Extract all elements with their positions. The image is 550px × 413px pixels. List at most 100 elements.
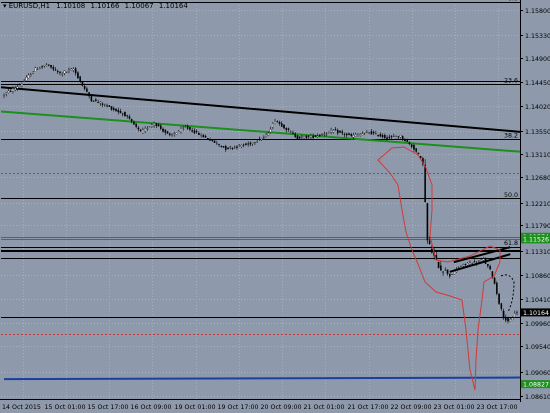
candle-body — [247, 143, 249, 145]
x-tick-label: 23 Oct 01:00 — [434, 404, 475, 411]
candle-body — [419, 155, 422, 159]
candle-body — [298, 136, 301, 139]
candle-body — [513, 313, 516, 318]
candle-body — [231, 147, 234, 149]
symbol-label: EURUSD,H1 — [8, 2, 51, 10]
candle-body — [72, 68, 75, 71]
candle-body — [23, 80, 25, 82]
candle-body — [493, 277, 496, 284]
candle-body — [213, 140, 216, 143]
candle-body — [272, 123, 274, 128]
candle-body — [267, 133, 270, 136]
candle-body — [390, 136, 393, 138]
candle-body — [166, 131, 169, 134]
candle-body — [52, 67, 55, 70]
y-tick-label: 1.12210 — [525, 201, 550, 208]
candle-body — [70, 68, 73, 71]
candle-body — [95, 99, 97, 101]
candle-body — [283, 124, 285, 129]
candle-body — [444, 269, 447, 271]
candle-body — [343, 134, 346, 135]
candle-body — [307, 135, 310, 137]
candle-body — [81, 81, 84, 86]
candle-body — [3, 94, 5, 96]
candle-body — [48, 64, 50, 66]
candle-body — [229, 146, 232, 148]
candle-body — [18, 85, 21, 87]
x-tick-label: 15 Oct 01:00 — [45, 404, 86, 411]
candle-body — [236, 146, 238, 148]
candle-body — [34, 67, 37, 72]
candle-body — [321, 134, 323, 136]
candle-body — [289, 131, 292, 133]
price-label: 1.10164 — [523, 310, 549, 317]
candle-body — [168, 133, 171, 136]
y-tick-label: 1.13550 — [525, 129, 550, 136]
y-tick-label: 1.11790 — [525, 223, 550, 230]
candle-body — [173, 133, 176, 135]
candle-body — [97, 101, 99, 103]
candle-body — [74, 68, 77, 74]
candle-body — [294, 133, 297, 137]
candle-body — [200, 134, 202, 136]
candle-body — [287, 128, 290, 130]
candle-body — [151, 124, 153, 127]
candle-body — [446, 269, 449, 274]
candle-body — [507, 318, 509, 322]
candle-body — [92, 100, 95, 102]
price-chart[interactable]: 14 Oct 2015 15 Oct 01:00 15 Oct 17:00 16 Oc… — [0, 0, 550, 413]
candle-body — [227, 147, 229, 150]
candle-body — [195, 131, 198, 133]
candle-body — [310, 135, 312, 138]
candle-body — [280, 123, 283, 127]
candle-body — [504, 316, 507, 321]
candle-body — [142, 129, 144, 134]
candle-body — [146, 128, 149, 130]
candle-body — [406, 139, 409, 142]
candle-body — [496, 282, 498, 294]
candle-body — [56, 71, 59, 73]
candle-body — [7, 90, 10, 93]
candle-body — [348, 133, 350, 135]
candle-body — [437, 261, 440, 269]
candle-body — [498, 293, 500, 304]
x-tick-label: 19 Oct 01:00 — [175, 404, 216, 411]
x-tick-label: 23 Oct 17:00 — [477, 404, 518, 411]
y-tick-label: 1.15800 — [525, 8, 550, 15]
candle-body — [50, 64, 52, 68]
candle-body — [245, 143, 247, 145]
candle-body — [63, 70, 66, 74]
candle-body — [204, 136, 207, 138]
candle-body — [404, 139, 406, 142]
candle-body — [135, 123, 137, 127]
candle-body — [372, 131, 375, 134]
candle-body — [251, 142, 254, 144]
x-tick-label: 21 Oct 17:00 — [348, 404, 389, 411]
candle-body — [502, 310, 505, 319]
candle-body — [379, 134, 382, 137]
candle-body — [21, 83, 23, 87]
candle-body — [516, 312, 518, 314]
candle-body — [413, 145, 415, 150]
candle-body — [269, 129, 272, 133]
candle-body — [381, 135, 384, 138]
price-label: 1.11526 — [523, 237, 549, 244]
candle-body — [363, 132, 366, 134]
y-tick-label: 1.14900 — [525, 56, 550, 63]
candle-body — [99, 101, 102, 104]
candle-body — [12, 88, 14, 92]
candle-body — [207, 138, 209, 140]
close-value: 1.10164 — [158, 2, 188, 10]
candle-body — [301, 136, 303, 138]
candle-body — [511, 317, 514, 321]
candle-body — [59, 71, 61, 73]
candle-body — [115, 108, 117, 111]
candle-body — [410, 144, 413, 148]
candle-body — [265, 134, 267, 137]
candle-body — [54, 69, 57, 71]
dropdown-arrow-icon[interactable]: ▾ — [3, 2, 7, 10]
candle-body — [45, 64, 48, 66]
candle-body — [256, 141, 258, 143]
candle-body — [77, 72, 79, 79]
candle-body — [431, 248, 433, 253]
